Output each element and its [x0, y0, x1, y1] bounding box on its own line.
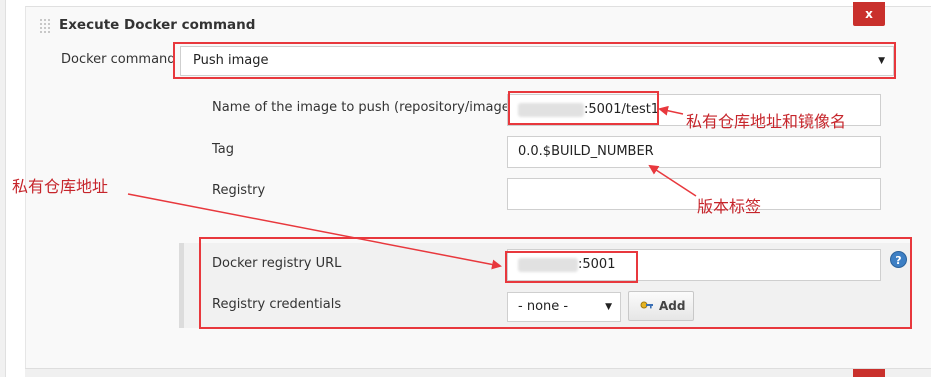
page-gutter	[0, 0, 6, 377]
annotation-tag: 版本标签	[697, 197, 762, 216]
highlight-image-name	[508, 91, 659, 125]
next-delete-button[interactable]	[853, 369, 885, 377]
highlight-docker-command	[173, 42, 896, 79]
tag-input[interactable]: 0.0.$BUILD_NUMBER	[507, 136, 881, 168]
build-step-title: Execute Docker command	[59, 17, 256, 33]
registry-label: Registry	[212, 183, 266, 198]
registry-input[interactable]	[507, 178, 881, 210]
annotation-registry: 私有仓库地址	[12, 177, 109, 196]
tag-label: Tag	[212, 142, 235, 157]
tag-value: 0.0.$BUILD_NUMBER	[518, 144, 654, 159]
docker-command-label: Docker command	[61, 52, 176, 67]
image-name-label: Name of the image to push (repository/im…	[212, 100, 515, 115]
annotation-image-name: 私有仓库地址和镜像名	[686, 112, 847, 131]
delete-step-button[interactable]: x	[853, 2, 885, 26]
next-section-edge	[25, 368, 931, 377]
drag-handle-icon[interactable]	[39, 18, 50, 35]
highlight-registry-block	[199, 237, 912, 329]
